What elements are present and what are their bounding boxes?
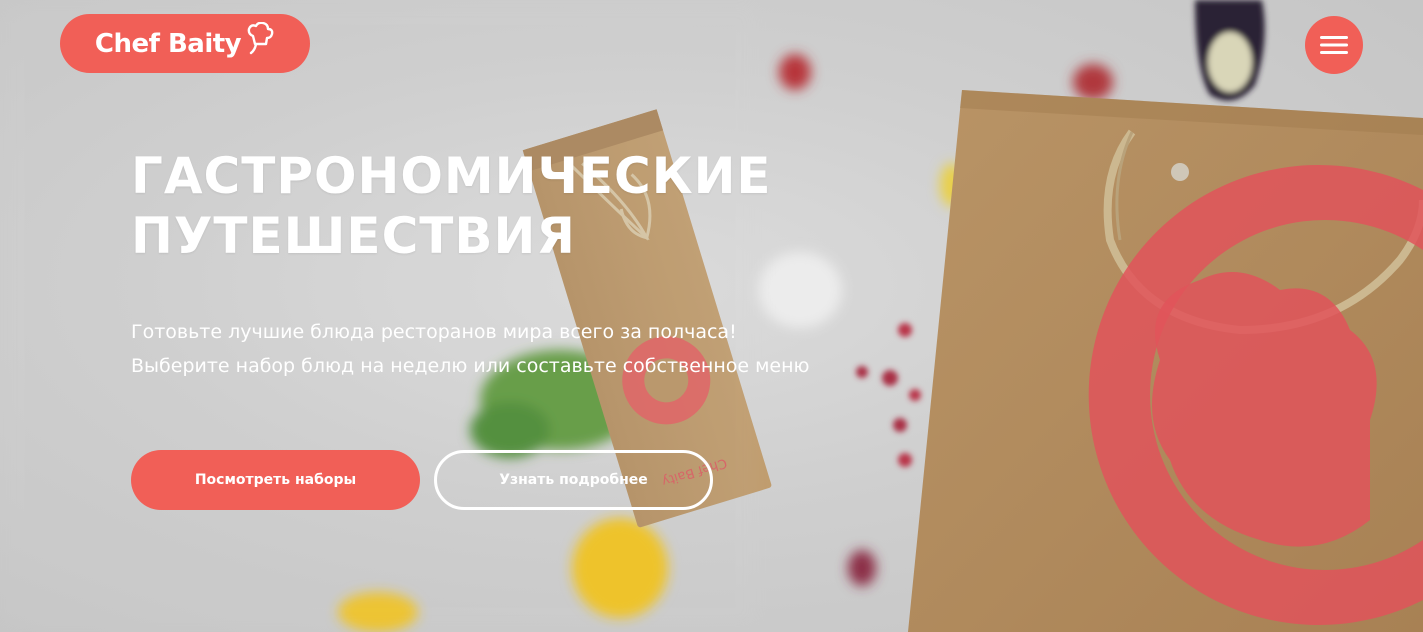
hero-title-line-1: ГАСТРОНОМИЧЕСКИЕ	[131, 147, 772, 205]
hero-subtitle-line-1: Готовьте лучшие блюда ресторанов мира вс…	[131, 321, 737, 343]
logo-button[interactable]: Chef Baity	[60, 14, 310, 73]
menu-button[interactable]	[1305, 16, 1363, 74]
hero-section: Chef Baity Chef Baity ГАСТРОНОМИЧЕСКИЕ П…	[0, 0, 1423, 632]
eggplant-decoration	[1195, 0, 1265, 101]
pomegranate-seeds	[856, 323, 921, 467]
chef-hat-icon	[247, 21, 274, 54]
hero-title-line-2: ПУТЕШЕСТВИЯ	[131, 207, 576, 265]
hamburger-menu-icon	[1320, 36, 1348, 54]
learn-more-button[interactable]: Узнать подробнее	[434, 450, 713, 510]
view-sets-button[interactable]: Посмотреть наборы	[131, 450, 420, 510]
large-kraft-bag	[908, 90, 1423, 632]
hero-title: ГАСТРОНОМИЧЕСКИЕ ПУТЕШЕСТВИЯ	[131, 146, 772, 266]
hero-subtitle-line-2: Выберите набор блюд на неделю или состав…	[131, 355, 810, 377]
hero-subtitle: Готовьте лучшие блюда ресторанов мира вс…	[131, 315, 810, 383]
logo-text: Chef Baity	[94, 28, 242, 59]
